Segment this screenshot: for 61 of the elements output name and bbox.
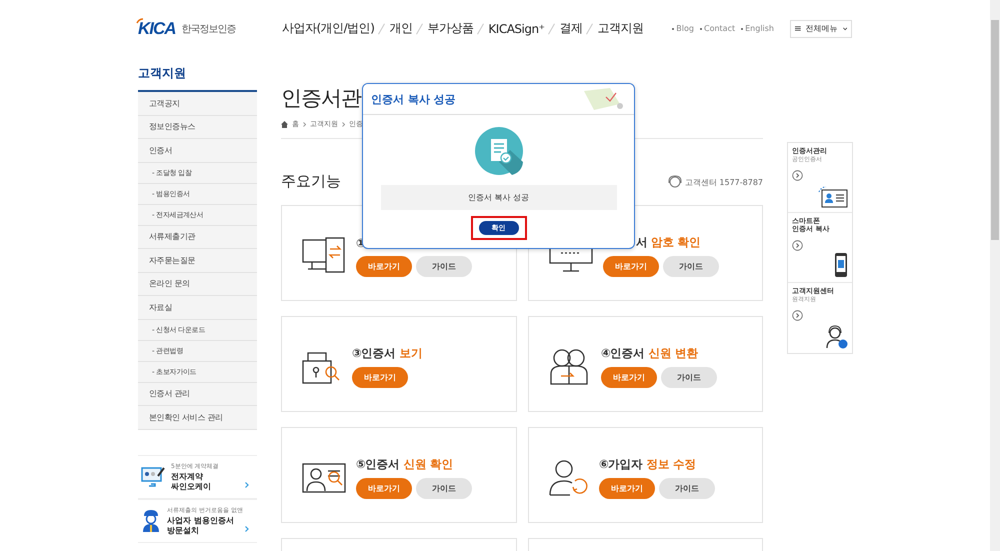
nav-link[interactable]: 사업자(개인/법인)	[282, 20, 374, 37]
technician-icon	[141, 508, 161, 532]
card-title: 서 암호 확인	[635, 235, 702, 250]
sidebar-item[interactable]: 자주묻는질문	[138, 249, 257, 272]
document-check-icon	[474, 126, 524, 176]
nav-link[interactable]: 부가상품	[427, 20, 474, 37]
guide-button[interactable]: 가이드	[659, 478, 715, 499]
home-icon[interactable]	[281, 120, 288, 128]
logo-mark[interactable]: KICA	[138, 18, 176, 38]
all-menu-button[interactable]: 전체메뉴	[790, 20, 852, 38]
util-link[interactable]: Contact	[700, 24, 736, 33]
monitor-transfer-icon	[302, 237, 346, 275]
sidebar-item[interactable]: 인증서	[138, 139, 257, 162]
arrow-circle-icon[interactable]	[792, 170, 803, 182]
arrow-circle-icon[interactable]	[792, 310, 803, 322]
user-refresh-icon	[549, 459, 589, 497]
support-phone: 고객센터 1577-8787	[684, 176, 763, 188]
nav-link[interactable]: KICASign⁺	[488, 22, 544, 36]
guide-button[interactable]: 가이드	[416, 478, 472, 499]
menu-icon	[795, 25, 801, 32]
sidebar-item[interactable]: 인증서 관리	[138, 382, 257, 406]
sidebar-item[interactable]: 서류제출기관	[138, 226, 257, 249]
chevron-icon	[342, 122, 345, 126]
chevron-icon	[245, 482, 249, 488]
id-search-icon	[302, 463, 346, 493]
sidebar-item[interactable]: 고객공지	[138, 92, 257, 116]
banner-title: 전자계약 싸인오케이	[171, 472, 212, 492]
nav-link[interactable]: 결제	[559, 20, 582, 37]
logo-name: 한국정보인증	[182, 22, 236, 36]
id-card-icon	[818, 186, 848, 208]
headset-icon	[666, 175, 683, 189]
banner-title: 사업자 범용인증서 방문설치	[167, 516, 235, 536]
util-link[interactable]: English	[741, 24, 774, 33]
util-link[interactable]: Blog	[672, 24, 694, 33]
caret-icon	[842, 26, 847, 30]
support-agent-icon	[826, 325, 848, 349]
guide-button[interactable]: 가이드	[663, 256, 719, 277]
card-title: ⑤인증서 신원 확인	[356, 457, 454, 472]
dialog-message: 인증서 복사 성공	[380, 185, 616, 210]
smartphone-icon	[834, 252, 848, 278]
scrollbar[interactable]	[990, 0, 1000, 551]
guide-button[interactable]: 가이드	[661, 367, 717, 388]
card-title: ④인증서 신원 변환	[601, 346, 699, 361]
dialog-title: 인증서 복사 성공	[371, 92, 456, 106]
sidebar-item[interactable]: 본인확인 서비스 관리	[138, 406, 257, 430]
card-title: ③인증서 보기	[352, 346, 422, 361]
card-title: ⑥가입자 정보 수정	[599, 457, 697, 472]
section-title: 주요기능	[281, 172, 341, 191]
contract-monitor-icon	[141, 466, 165, 488]
nav-link[interactable]: 고객지원	[597, 20, 644, 37]
arrow-circle-icon[interactable]	[792, 240, 803, 251]
sidebar-item[interactable]: 온라인 문의	[138, 272, 257, 296]
nav-link[interactable]: 개인	[389, 20, 412, 37]
page-title: 인증서관	[281, 85, 361, 111]
guide-button[interactable]: 가이드	[416, 256, 472, 276]
sidebar-item[interactable]: 자료실	[138, 296, 257, 320]
logo-arc-icon	[136, 18, 144, 24]
chevron-icon	[303, 122, 306, 126]
chevron-icon	[245, 526, 249, 532]
sidebar-item[interactable]: 정보인증뉴스	[138, 116, 257, 139]
sidebar-title: 고객지원	[138, 65, 187, 82]
